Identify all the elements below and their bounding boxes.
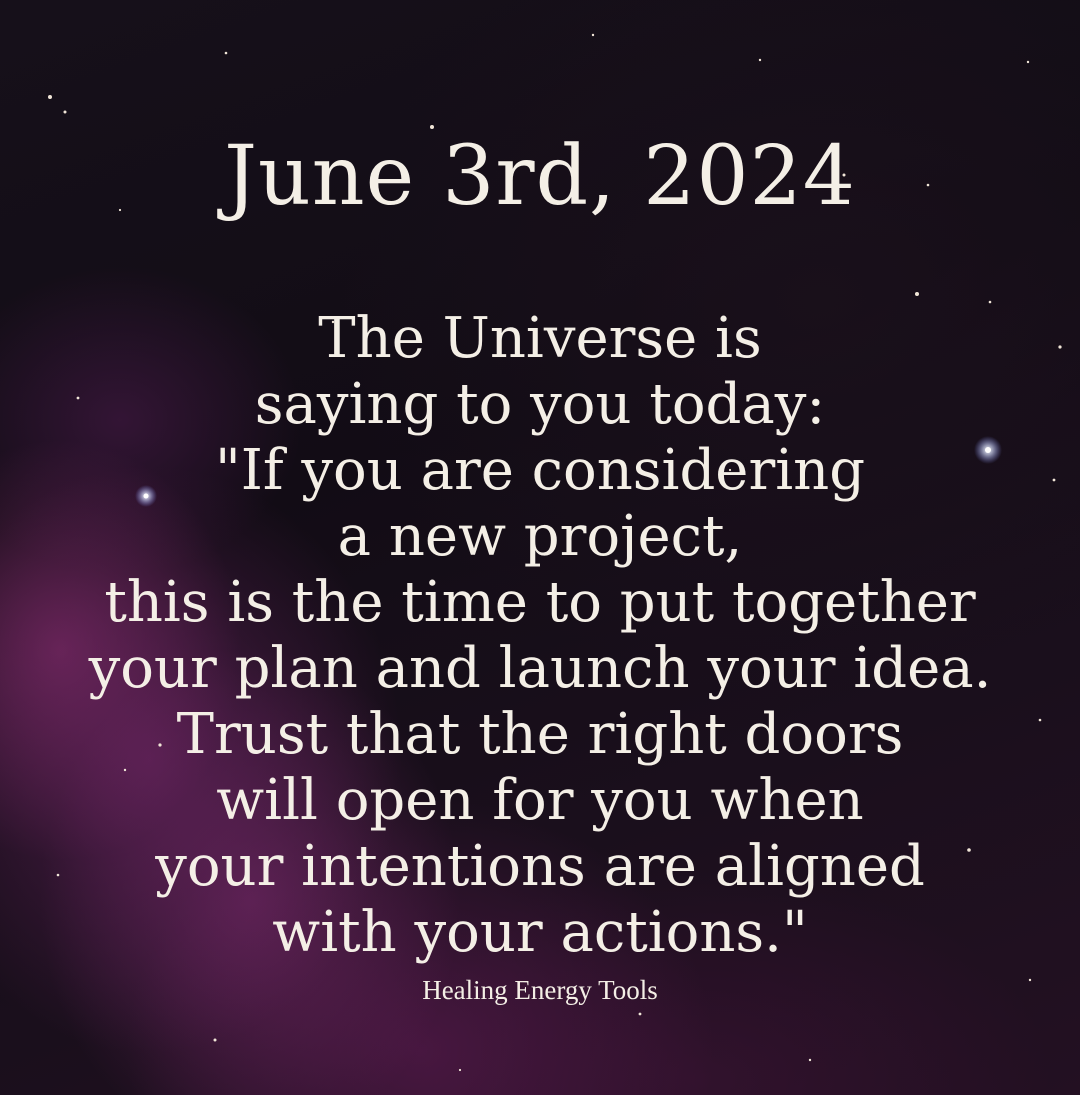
quote-line: your plan and launch your idea. (88, 636, 992, 701)
cosmic-quote-image: June 3rd, 2024 The Universe is saying to… (0, 0, 1080, 1095)
quote-message: The Universe is saying to you today: "If… (0, 306, 1080, 966)
quote-line: will open for you when (216, 768, 864, 833)
quote-line: "If you are considering (214, 438, 866, 503)
quote-line: saying to you today: (254, 372, 826, 437)
source-credit: Healing Energy Tools (422, 975, 658, 1005)
quote-line: with your actions." (272, 900, 808, 965)
quote-line: your intentions are aligned (155, 834, 925, 899)
quote-line: Trust that the right doors (176, 702, 904, 767)
quote-line: a new project, (337, 504, 743, 569)
quote-line: The Universe is (318, 306, 762, 371)
quote-line: this is the time to put together (104, 570, 976, 635)
date-heading: June 3rd, 2024 (224, 129, 856, 224)
